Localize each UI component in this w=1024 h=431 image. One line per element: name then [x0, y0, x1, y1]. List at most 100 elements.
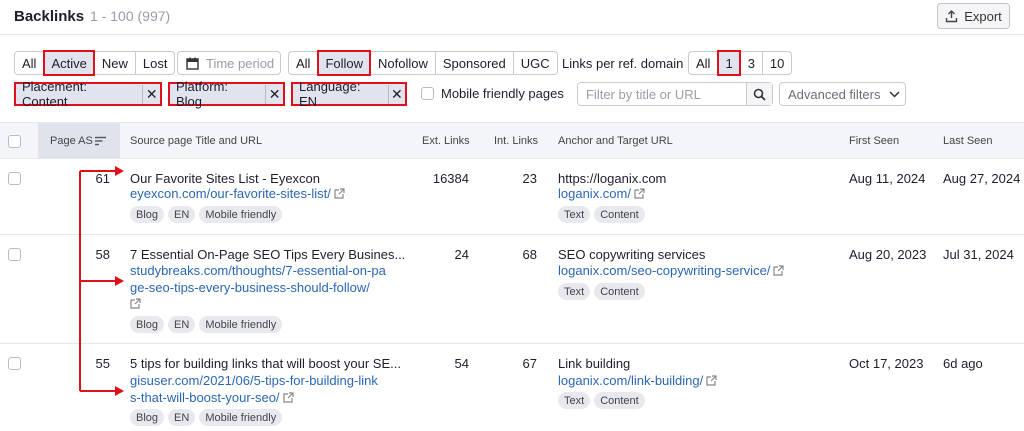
follow-nofollow[interactable]: Nofollow — [371, 52, 436, 74]
target-url[interactable]: loganix.com/seo-copywriting-service/ — [558, 262, 785, 279]
table-row: 58 7 Essential On-Page SEO Tips Every Bu… — [0, 235, 1024, 344]
first-seen-value: Oct 17, 2023 — [849, 356, 924, 371]
header-divider — [0, 34, 1024, 35]
first-seen-value: Aug 20, 2023 — [849, 247, 927, 262]
external-link-icon — [634, 188, 645, 199]
source-title: 5 tips for building links that will boos… — [130, 356, 401, 371]
chip-placement-label: Placement: Content — [22, 79, 88, 109]
lpr-10[interactable]: 10 — [763, 52, 791, 74]
tag: Mobile friendly — [199, 206, 283, 223]
advanced-filters-dropdown[interactable]: Advanced filters — [779, 82, 906, 106]
search-button[interactable] — [746, 83, 772, 105]
source-url[interactable]: gisuser.com/2021/06/5-tips-for-building-… — [130, 372, 378, 406]
anchor-text: Link building — [558, 356, 631, 371]
anchor-tags: Text Content — [558, 392, 645, 409]
follow-all[interactable]: All — [289, 52, 319, 74]
anchor-tags: Text Content — [558, 206, 645, 223]
mobile-friendly-checkbox[interactable] — [421, 87, 434, 100]
row-checkbox[interactable] — [8, 172, 21, 185]
target-url[interactable]: loganix.com/ — [558, 185, 645, 202]
target-url[interactable]: loganix.com/link-building/ — [558, 372, 717, 389]
external-link-icon — [706, 375, 717, 386]
sort-icon[interactable] — [95, 136, 106, 146]
source-url-text: eyexcon.com/our-favorite-sites-list/ — [130, 186, 331, 201]
col-source[interactable]: Source page Title and URL — [130, 135, 262, 147]
status-new[interactable]: New — [95, 52, 136, 74]
anchor-text: SEO copywriting services — [558, 247, 706, 262]
links-per-ref-label: Links per ref. domain — [562, 56, 684, 71]
last-seen-value: Aug 27, 2024 — [943, 171, 1021, 186]
tag: Blog — [130, 206, 165, 223]
close-icon[interactable]: ✕ — [387, 84, 405, 104]
source-tags: Blog EN Mobile friendly — [130, 316, 283, 333]
chip-platform-label: Platform: Blog — [176, 79, 229, 109]
select-all-checkbox[interactable] — [8, 135, 21, 148]
col-last-seen[interactable]: Last Seen — [943, 135, 993, 147]
time-period-button[interactable]: Time period — [177, 51, 281, 75]
target-url-text: loganix.com/ — [558, 186, 631, 201]
follow-filter: All Follow Nofollow Sponsored UGC — [288, 50, 558, 76]
table-header: Page AS Source page Title and URL Ext. L… — [0, 122, 1024, 159]
table-row: 55 5 tips for building links that will b… — [0, 344, 1024, 431]
mobile-friendly-label: Mobile friendly pages — [441, 86, 564, 101]
search-input[interactable]: Filter by title or URL — [578, 83, 746, 105]
status-active[interactable]: Active — [43, 50, 96, 76]
row-checkbox[interactable] — [8, 357, 21, 370]
follow-sponsored[interactable]: Sponsored — [436, 52, 514, 74]
follow-follow[interactable]: Follow — [317, 50, 372, 76]
source-tags: Blog EN Mobile friendly — [130, 206, 283, 223]
status-filter: All Active New Lost — [14, 50, 176, 76]
ext-links-value: 24 — [454, 247, 469, 262]
chip-placement: Placement: Content ✕ — [14, 79, 162, 109]
export-button[interactable]: Export — [937, 3, 1010, 29]
col-anchor[interactable]: Anchor and Target URL — [558, 135, 673, 147]
time-period-label: Time period — [206, 55, 275, 71]
search-field: Filter by title or URL — [577, 82, 773, 106]
col-ext-links[interactable]: Ext. Links — [422, 135, 470, 147]
external-link-icon — [773, 265, 785, 276]
lpr-3[interactable]: 3 — [741, 52, 763, 74]
tag: Blog — [130, 409, 165, 426]
status-lost[interactable]: Lost — [136, 52, 175, 74]
source-tags: Blog EN Mobile friendly — [130, 409, 283, 426]
lpr-all[interactable]: All — [689, 52, 719, 74]
int-links-value: 68 — [522, 247, 537, 262]
page-title: Backlinks — [14, 8, 85, 25]
source-url[interactable]: eyexcon.com/our-favorite-sites-list/ — [130, 185, 345, 202]
col-int-links[interactable]: Int. Links — [494, 135, 538, 147]
export-icon — [946, 9, 958, 22]
export-label: Export — [964, 8, 1002, 24]
ext-links-value: 16384 — [432, 171, 469, 186]
source-url-line: gisuser.com/2021/06/5-tips-for-building-… — [130, 373, 378, 388]
source-url-line: s-that-will-boost-your-seo/ — [130, 390, 280, 405]
tag: Mobile friendly — [199, 316, 283, 333]
close-icon[interactable]: ✕ — [142, 84, 160, 104]
lpr-1[interactable]: 1 — [717, 50, 741, 76]
tag: Mobile friendly — [199, 409, 283, 426]
external-link-icon — [334, 188, 345, 199]
target-url-text: loganix.com/link-building/ — [558, 373, 704, 388]
status-all[interactable]: All — [15, 52, 45, 74]
col-first-seen[interactable]: First Seen — [849, 135, 899, 147]
col-page-as[interactable]: Page AS — [50, 135, 93, 147]
close-icon[interactable]: ✕ — [265, 84, 283, 104]
external-link-icon — [282, 392, 294, 403]
result-range: 1 - 100 (997) — [90, 8, 171, 24]
source-url-line: ge-seo-tips-every-business-should-follow… — [130, 280, 370, 295]
tag: Text — [558, 283, 591, 300]
tag: Content — [594, 392, 645, 409]
source-url-line: studybreaks.com/thoughts/7-essential-on-… — [130, 263, 386, 278]
chip-language-label: Language: EN — [299, 79, 361, 109]
chip-language: Language: EN ✕ — [291, 79, 407, 109]
row-checkbox[interactable] — [8, 248, 21, 261]
tag: EN — [168, 409, 196, 426]
source-url[interactable]: studybreaks.com/thoughts/7-essential-on-… — [130, 262, 386, 313]
page-as-value: 55 — [95, 356, 110, 371]
tag: Content — [594, 206, 645, 223]
chevron-down-icon — [888, 90, 900, 98]
external-link-icon — [130, 298, 141, 309]
source-title: Our Favorite Sites List - Eyexcon — [130, 171, 321, 186]
follow-ugc[interactable]: UGC — [514, 52, 557, 74]
tag: Content — [594, 283, 645, 300]
first-seen-value: Aug 11, 2024 — [849, 171, 926, 186]
